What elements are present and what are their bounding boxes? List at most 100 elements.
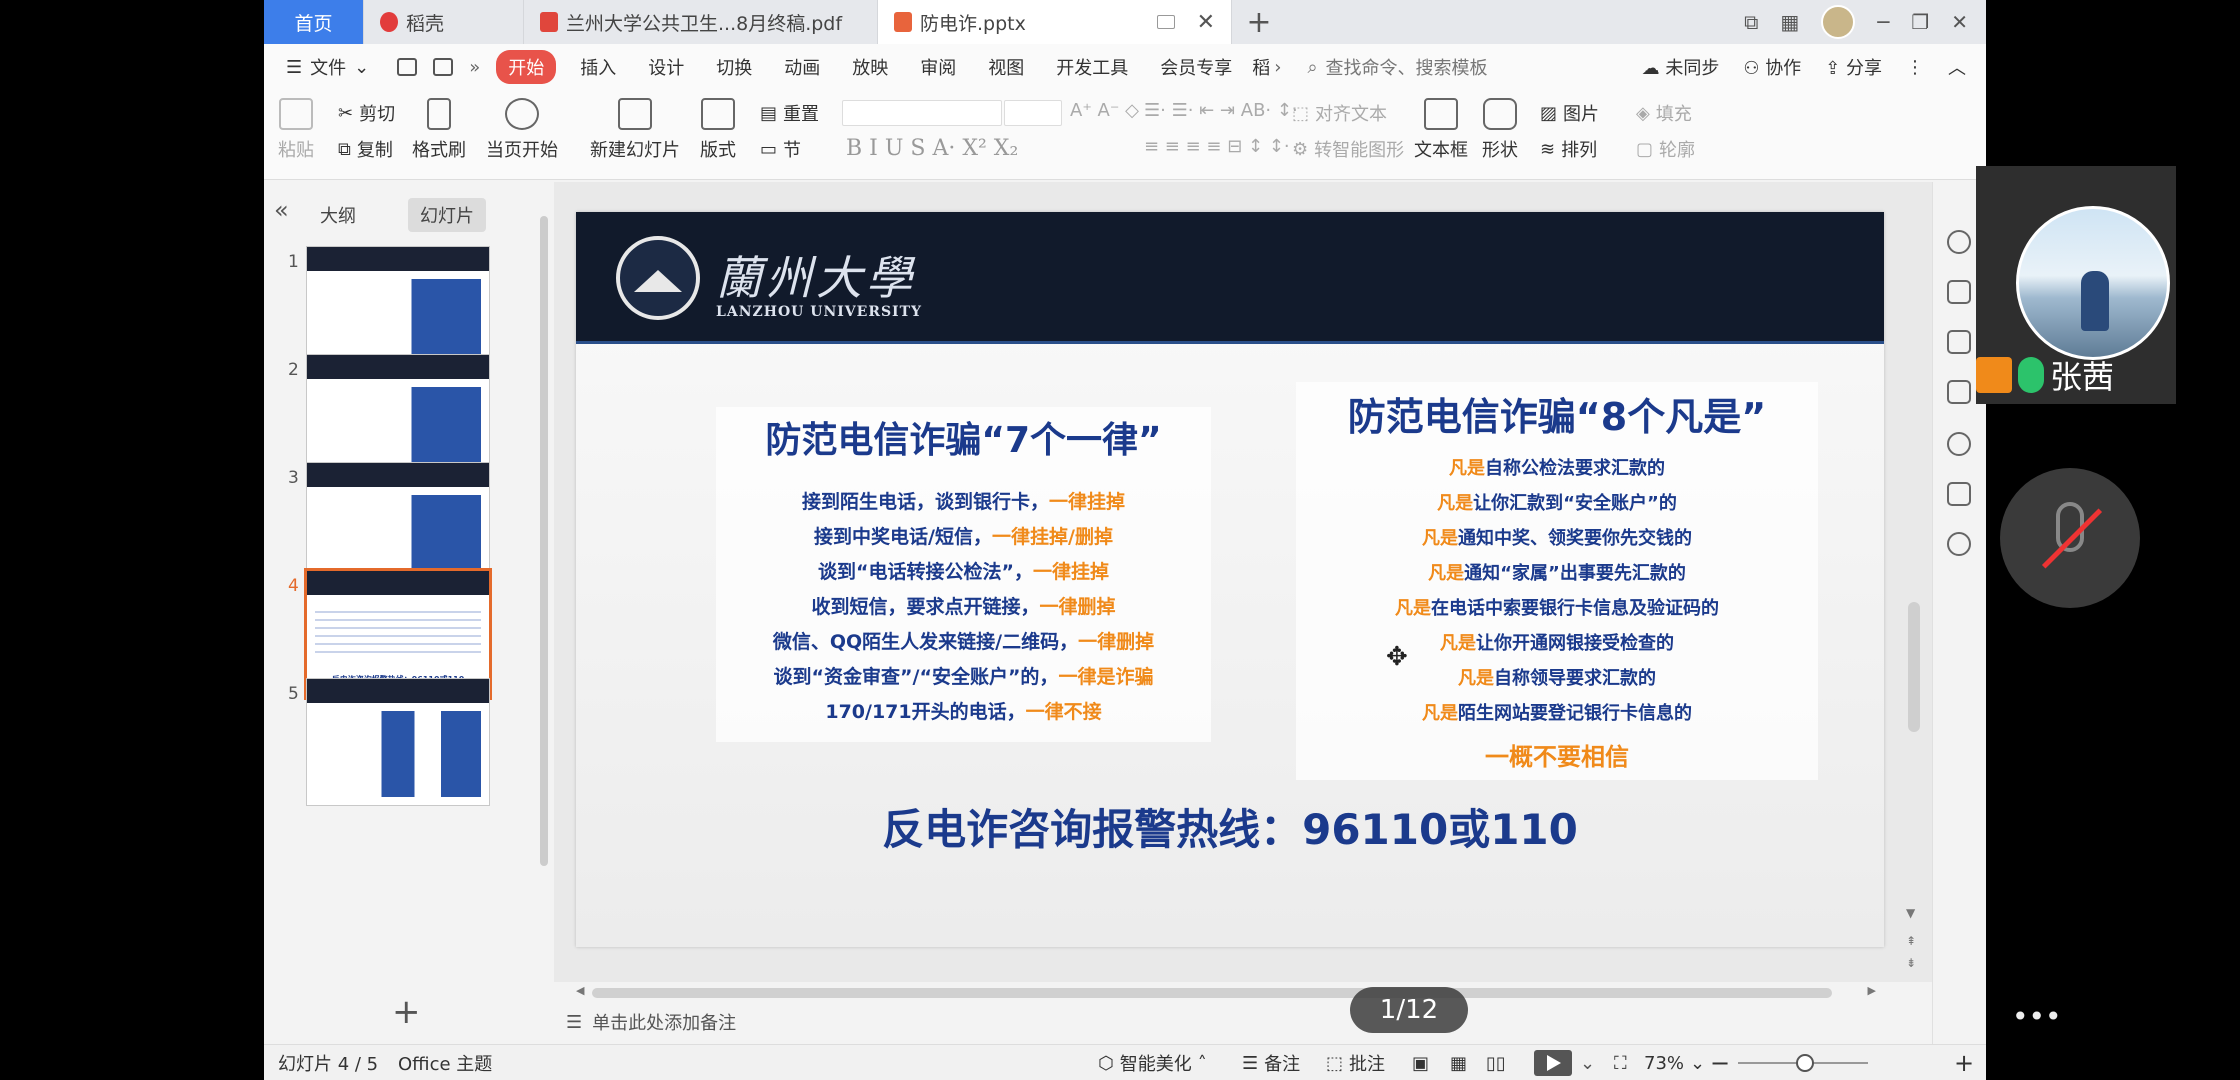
share-button[interactable]: ⇪ 分享 <box>1825 54 1882 80</box>
new-tab-button[interactable]: + <box>1232 0 1286 44</box>
vertical-scroll-thumb[interactable] <box>1908 602 1920 732</box>
smart-art-button[interactable]: ⚙ 转智能图形 <box>1292 136 1404 162</box>
menu-tab-home[interactable]: 开始 <box>496 50 557 84</box>
zoom-level[interactable]: 73% ⌄ <box>1644 1045 1705 1080</box>
star-icon[interactable] <box>1947 330 1971 354</box>
tab-home[interactable]: 首页 <box>264 0 364 44</box>
reset-button[interactable]: ▤ 重置 <box>760 100 819 126</box>
notes-area[interactable]: ☰ 单击此处添加备注 <box>554 1000 1932 1044</box>
zoom-out-button[interactable]: − <box>1710 1045 1730 1080</box>
section-button[interactable]: ▭ 节 <box>760 136 801 162</box>
horizontal-scroll-thumb[interactable] <box>592 988 1832 998</box>
user-avatar[interactable] <box>1821 5 1856 39</box>
smart-beautify-button[interactable]: ⬡ 智能美化 ˄ <box>1098 1045 1207 1080</box>
more-quick-icon[interactable]: » <box>469 57 480 78</box>
scroll-right-icon[interactable]: ▶ <box>1868 984 1876 997</box>
tab-slides[interactable]: 幻灯片 <box>408 198 486 232</box>
shapes-button[interactable]: 形状 <box>1482 98 1518 162</box>
layout-switch-icon[interactable]: ⧉ <box>1744 10 1758 34</box>
picture-button[interactable]: ▨ 图片 <box>1540 100 1599 126</box>
paste-button[interactable]: 粘贴 <box>278 98 314 162</box>
new-slide-button[interactable]: 新建幻灯片 <box>590 98 680 162</box>
menu-tab-animation[interactable]: 动画 <box>768 54 836 80</box>
tab-outline[interactable]: 大纲 <box>308 198 368 232</box>
close-window-icon[interactable]: ✕ <box>1951 10 1968 34</box>
export-icon[interactable] <box>433 58 454 76</box>
collapse-panel-icon[interactable]: « <box>274 196 289 224</box>
command-search[interactable]: ⌕ 查找命令、搜索模板 <box>1307 54 1487 80</box>
canvas-horizontal-scrollbar[interactable]: ◀ ▶ <box>576 984 1876 1000</box>
collab-button[interactable]: ⚇ 协作 <box>1743 54 1801 80</box>
tab-pptx-document[interactable]: 防电诈.pptx ✕ <box>878 0 1232 44</box>
more-menu-icon[interactable]: ⋮ <box>1906 57 1924 78</box>
menu-tab-developer[interactable]: 开发工具 <box>1040 54 1144 80</box>
canvas-vertical-scrollbar[interactable]: ▼ ⇞ ⇟ <box>1904 182 1922 982</box>
next-slide-icon[interactable]: ⇟ <box>1906 956 1916 970</box>
outline-button[interactable]: ▢ 轮廓 <box>1636 136 1695 162</box>
font-grow-shrink[interactable]: A⁺ A⁻ ◇ <box>1070 100 1139 121</box>
menu-tab-transition[interactable]: 切换 <box>700 54 768 80</box>
menu-right-actions: ☁ 未同步 ⚇ 协作 ⇪ 分享 ⋮ ︿ <box>1642 44 1966 90</box>
notes-toggle-button[interactable]: ☰ 备注 <box>1242 1045 1300 1080</box>
arrange-button[interactable]: ≋ 排列 <box>1540 136 1597 162</box>
align-text-button[interactable]: ⬚ 对齐文本 <box>1292 100 1387 126</box>
collapse-ribbon-icon[interactable]: ︿ <box>1948 54 1966 80</box>
menu-tab-design[interactable]: 设计 <box>632 54 700 80</box>
layout-button[interactable]: 版式 <box>700 98 736 162</box>
current-slide[interactable]: 蘭州大學 LANZHOU UNIVERSITY 防范电信诈骗“7个一律” 接到陌… <box>576 212 1884 947</box>
float-window-icon[interactable] <box>1156 15 1175 29</box>
apps-grid-icon[interactable]: ▦ <box>1780 10 1799 34</box>
tab-pdf-document[interactable]: 兰州大学公共卫生...8月终稿.pdf <box>524 0 878 44</box>
menu-tab-member[interactable]: 会员专享 <box>1144 54 1248 80</box>
restore-icon[interactable]: ❐ <box>1911 10 1929 34</box>
slide-sorter-icon[interactable]: ▦ <box>1450 1045 1467 1080</box>
scroll-down-icon[interactable]: ▼ <box>1906 906 1915 920</box>
play-from-current-button[interactable]: 当页开始 <box>486 98 558 162</box>
minimize-icon[interactable]: ─ <box>1877 10 1889 34</box>
comment-button[interactable]: ⬚ 批注 <box>1326 1045 1385 1080</box>
seven-rules-box[interactable]: 防范电信诈骗“7个一律” 接到陌生电话，谈到银行卡，一律挂掉 接到中奖电话/短信… <box>716 407 1211 742</box>
compass-icon[interactable] <box>1947 532 1971 556</box>
prev-slide-icon[interactable]: ⇞ <box>1906 934 1916 948</box>
adjust-icon[interactable] <box>1947 280 1971 304</box>
format-painter-button[interactable]: 格式刷 <box>412 98 466 162</box>
play-slideshow-button[interactable] <box>1534 1050 1572 1076</box>
textbox-button[interactable]: 文本框 <box>1414 98 1468 162</box>
save-icon[interactable] <box>397 58 418 76</box>
file-menu[interactable]: ☰ 文件 ⌄ <box>264 54 389 80</box>
list-group[interactable]: ☰· ☰· ⇤ ⇥ AB· ↕· <box>1144 100 1298 121</box>
cut-button[interactable]: ✂ 剪切 <box>338 100 395 126</box>
zoom-slider-handle[interactable] <box>1796 1054 1814 1072</box>
zoom-in-button[interactable]: + <box>1954 1045 1974 1080</box>
paragraph-align-group[interactable]: ≡ ≡ ≡ ≡ ⊟ ↕ ↕· <box>1144 136 1290 157</box>
sync-status[interactable]: ☁ 未同步 <box>1642 54 1720 80</box>
menu-tab-review[interactable]: 审阅 <box>904 54 972 80</box>
add-slide-button[interactable]: + <box>392 992 421 1032</box>
normal-view-icon[interactable]: ▣ <box>1412 1045 1429 1080</box>
thumbnail-scrollbar[interactable] <box>540 216 548 866</box>
scroll-left-icon[interactable]: ◀ <box>576 984 584 997</box>
rocket-icon[interactable] <box>1947 230 1971 254</box>
copy-button[interactable]: ⧉ 复制 <box>338 136 393 162</box>
reading-view-icon[interactable]: ▯▯ <box>1486 1045 1506 1080</box>
slide-thumbnail-5[interactable] <box>306 678 490 806</box>
font-family-select[interactable] <box>842 100 1002 126</box>
mute-toggle-button[interactable] <box>2000 468 2140 608</box>
template-icon[interactable] <box>1947 380 1971 404</box>
fill-button[interactable]: ◈ 填充 <box>1636 100 1692 126</box>
ai-image-icon[interactable] <box>1947 482 1971 506</box>
font-size-select[interactable] <box>1004 100 1062 126</box>
tab-docer[interactable]: 稻壳 <box>364 0 524 44</box>
text-format-group[interactable]: B I U S A· X² X₂ <box>846 136 1018 161</box>
play-options-icon[interactable]: ⌄ <box>1580 1045 1595 1080</box>
fit-window-icon[interactable]: ⛶ <box>1614 1045 1627 1080</box>
close-tab-icon[interactable]: ✕ <box>1197 10 1215 35</box>
menu-scroll-right-icon[interactable]: › <box>1274 57 1281 78</box>
menu-tab-docer[interactable]: 稻 <box>1248 54 1274 80</box>
menu-tab-insert[interactable]: 插入 <box>564 54 632 80</box>
menu-tab-slideshow[interactable]: 放映 <box>836 54 904 80</box>
menu-tab-view[interactable]: 视图 <box>972 54 1040 80</box>
more-options-icon[interactable]: ••• <box>2012 1000 2062 1033</box>
eight-rules-box[interactable]: 防范电信诈骗“8个凡是” 凡是自称公检法要求汇款的 凡是让你汇款到“安全账户”的… <box>1296 382 1818 780</box>
help-icon[interactable] <box>1947 432 1971 456</box>
